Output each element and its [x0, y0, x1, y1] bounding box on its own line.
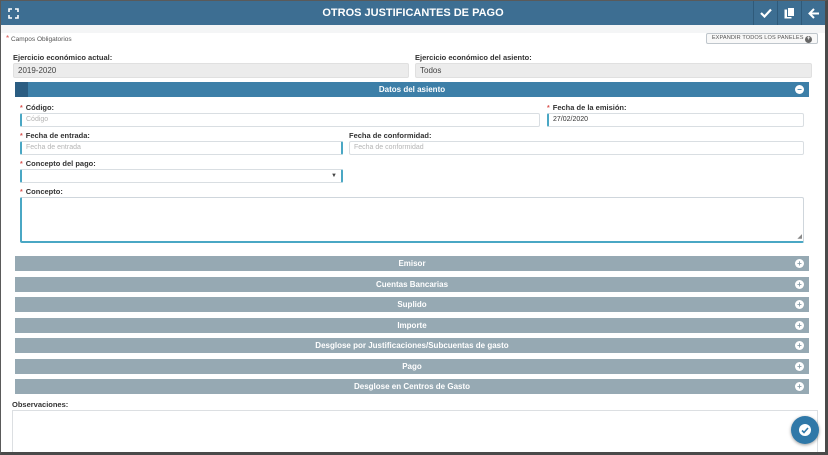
panel-label: Importe [397, 321, 427, 330]
fullscreen-icon [7, 7, 19, 19]
observaciones-label: Observaciones: [12, 400, 69, 409]
panel-label: Cuentas Bancarias [375, 280, 449, 289]
toolbar-strip [1, 25, 825, 33]
panel-label: Pago [402, 362, 422, 371]
panel-emisor[interactable]: Emisor + [15, 256, 809, 271]
fullscreen-button[interactable] [1, 1, 25, 25]
panel-label: Emisor [398, 259, 426, 268]
required-fields-note: * Campos Obligatorios [6, 34, 72, 43]
submit-fab-button[interactable] [791, 416, 819, 444]
panel-datos-asiento-header[interactable]: Datos del asiento − [15, 82, 809, 97]
plus-circle-icon[interactable]: + [795, 321, 804, 330]
save-button[interactable] [753, 1, 777, 25]
plus-circle-icon[interactable]: + [795, 382, 804, 391]
concepto-label: * Concepto: [20, 187, 63, 196]
panel-desglose-justificaciones[interactable]: Desglose por Justificaciones/Subcuentas … [15, 338, 809, 353]
concepto-pago-select[interactable]: ▼ [20, 169, 343, 183]
chevron-down-icon: ▼ [331, 173, 337, 179]
panel-suplido[interactable]: Suplido + [15, 297, 809, 312]
ejercicio-asiento-field: Todos [415, 63, 812, 78]
fecha-emision-label: * Fecha de la emisión: [547, 103, 627, 112]
resize-grip-icon[interactable]: ◢ [797, 233, 802, 240]
required-note-text: Campos Obligatorios [10, 36, 72, 43]
panel-importe[interactable]: Importe + [15, 318, 809, 333]
fecha-emision-input[interactable]: 27/02/2020 [547, 113, 804, 127]
fecha-conformidad-label: Fecha de conformidad: [349, 131, 432, 140]
plus-circle-icon[interactable]: + [795, 280, 804, 289]
fecha-entrada-placeholder: Fecha de entrada [26, 144, 81, 151]
panel-label: Desglose en Centros de Gasto [353, 382, 471, 391]
required-star-icon: * [6, 34, 10, 43]
plus-circle-icon[interactable]: + [795, 300, 804, 309]
header-bar: OTROS JUSTIFICANTES DE PAGO [1, 1, 825, 25]
concepto-pago-label: * Concepto del pago: [20, 159, 96, 168]
plus-circle-icon[interactable]: + [795, 341, 804, 350]
panel-accent [15, 82, 28, 97]
back-button[interactable] [801, 1, 825, 25]
ejercicio-asiento-label: Ejercicio económico del asiento: [415, 53, 532, 62]
check-icon [759, 8, 772, 18]
expand-all-label: EXPANDIR TODOS LOS PANELES [711, 35, 804, 41]
fecha-entrada-label: * Fecha de entrada: [20, 131, 90, 140]
concepto-textarea[interactable]: ◢ [20, 197, 804, 243]
plus-circle-icon: + [805, 36, 813, 43]
fecha-conformidad-placeholder: Fecha de conformidad [354, 144, 424, 151]
codigo-label: * Código: [20, 103, 55, 112]
codigo-placeholder: Código [26, 116, 49, 123]
panel-pago[interactable]: Pago + [15, 359, 809, 374]
panel-label: Suplido [397, 300, 427, 309]
ejercicio-actual-field: 2019-2020 [13, 63, 409, 78]
page-title: OTROS JUSTIFICANTES DE PAGO [322, 7, 504, 19]
arrow-left-icon [807, 7, 819, 19]
observaciones-textarea[interactable] [12, 410, 818, 452]
fecha-entrada-input[interactable]: Fecha de entrada [20, 141, 343, 155]
panel-label: Desglose por Justificaciones/Subcuentas … [315, 341, 509, 350]
expand-all-panels-button[interactable]: EXPANDIR TODOS LOS PANELES + [706, 33, 818, 44]
panel-title: Datos del asiento [378, 85, 446, 94]
plus-circle-icon[interactable]: + [795, 259, 804, 268]
codigo-input[interactable]: Código [20, 113, 540, 127]
plus-circle-icon[interactable]: + [795, 362, 804, 371]
ejercicio-actual-label: Ejercicio económico actual: [13, 53, 113, 62]
fecha-conformidad-input[interactable]: Fecha de conformidad [349, 141, 804, 155]
panel-desglose-centros-gasto[interactable]: Desglose en Centros de Gasto + [15, 379, 809, 394]
copy-button[interactable] [777, 1, 801, 25]
minus-circle-icon[interactable]: − [795, 85, 804, 94]
check-circle-icon [799, 424, 811, 436]
copy-icon [784, 7, 795, 19]
panel-cuentas-bancarias[interactable]: Cuentas Bancarias + [15, 277, 809, 292]
